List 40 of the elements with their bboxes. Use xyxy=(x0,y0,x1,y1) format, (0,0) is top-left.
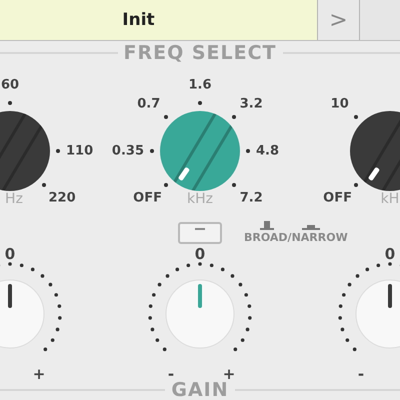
scale-label: 0.7 xyxy=(137,96,160,112)
gain-knob[interactable] xyxy=(356,280,400,348)
scale-label: 10 xyxy=(330,96,349,112)
scale-dot xyxy=(164,182,168,187)
minus-label: - xyxy=(358,365,364,383)
scale-label: 4.8 xyxy=(256,144,280,158)
scale-label: 60 xyxy=(0,78,20,92)
bandwidth-toggle-button[interactable] xyxy=(178,222,222,244)
scale-dot xyxy=(246,149,250,153)
scale-dot xyxy=(354,182,358,187)
scale-dot xyxy=(354,115,358,120)
scale-label: 220 xyxy=(48,190,76,206)
scale-label: 0.35 xyxy=(112,144,144,158)
gain-knob[interactable] xyxy=(0,280,44,348)
section-title: FREQ SELECT xyxy=(124,42,277,64)
scale-dot xyxy=(164,115,168,120)
scale-dot xyxy=(232,182,236,187)
scale-label: OFF xyxy=(323,190,352,206)
unit-label: kHz xyxy=(187,191,213,207)
scale-dot xyxy=(198,101,202,105)
zero-label: 0 xyxy=(384,245,396,263)
scale-dot xyxy=(42,182,46,187)
zero-label: 0 xyxy=(4,245,16,263)
unit-label: kH xyxy=(380,191,400,207)
scale-dot xyxy=(232,115,236,120)
scale-dot xyxy=(56,149,60,153)
scale-dot xyxy=(150,149,154,153)
zero-label: 0 xyxy=(194,245,206,263)
unit-label: Hz xyxy=(5,191,23,207)
scale-label: OFF xyxy=(133,190,162,206)
scale-label: 7.2 xyxy=(240,190,263,206)
broad-shape-icon xyxy=(260,221,274,231)
scale-label: 1.6 xyxy=(188,78,212,92)
scale-label: 3.2 xyxy=(240,96,263,112)
bandwidth-label: BROAD/NARROW xyxy=(244,231,348,244)
plus-label: + xyxy=(32,365,46,383)
scale-dot xyxy=(8,101,12,105)
preset-name[interactable]: Init xyxy=(0,0,318,40)
dash-icon xyxy=(195,228,205,230)
scale-label: 110 xyxy=(66,144,94,158)
